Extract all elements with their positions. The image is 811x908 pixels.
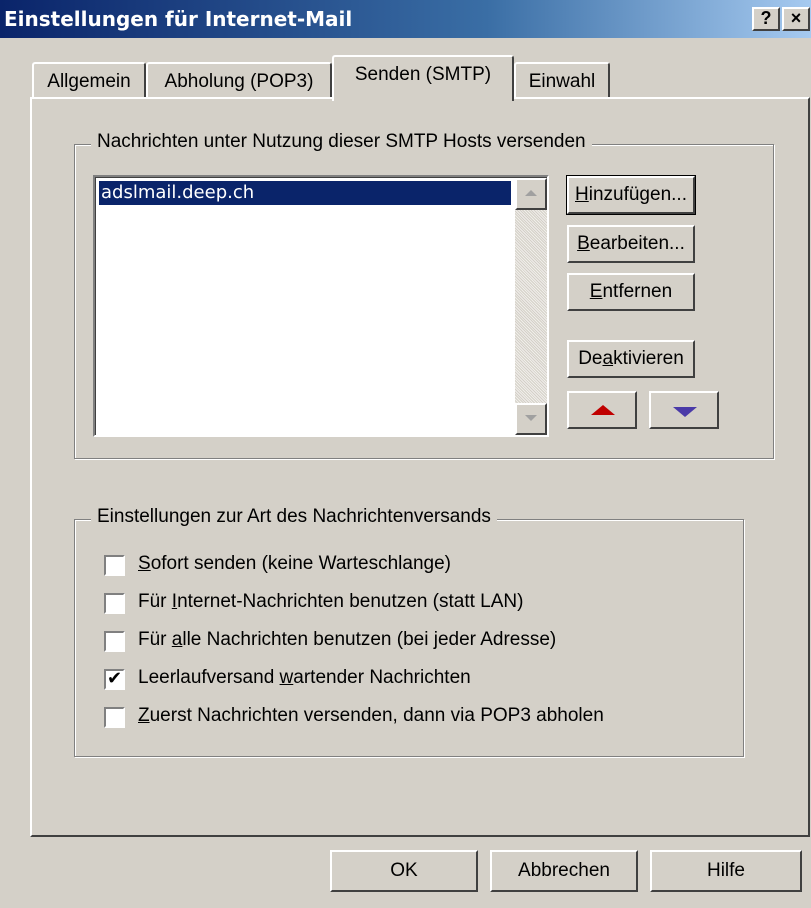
list-item[interactable]: adslmail.deep.ch — [99, 181, 511, 205]
smtp-host-list[interactable]: adslmail.deep.ch — [93, 175, 549, 437]
tab-label: Abholung (POP3) — [164, 71, 314, 92]
smtp-hosts-group: Nachrichten unter Nutzung dieser SMTP Ho… — [74, 131, 774, 459]
help-button[interactable]: Hilfe — [650, 850, 802, 892]
tab-einwahl[interactable]: Einwahl — [514, 62, 610, 102]
move-up-button[interactable] — [567, 391, 637, 429]
checkbox[interactable] — [104, 631, 125, 652]
ok-button[interactable]: OK — [330, 850, 478, 892]
tab-panel: Nachrichten unter Nutzung dieser SMTP Ho… — [30, 97, 810, 837]
move-down-button[interactable] — [649, 391, 719, 429]
add-button[interactable]: Hinzufügen... — [566, 175, 696, 215]
send-options-legend: Einstellungen zur Art des Nachrichtenver… — [91, 506, 497, 528]
down-arrow-icon — [673, 407, 697, 417]
checkbox[interactable] — [104, 707, 125, 728]
scroll-down-icon[interactable] — [515, 403, 547, 435]
checkbox[interactable] — [104, 555, 125, 576]
help-icon[interactable]: ? — [752, 7, 780, 31]
deactivate-button[interactable]: Deaktivieren — [567, 340, 695, 378]
tab-label: Allgemein — [47, 71, 131, 92]
up-arrow-icon — [591, 405, 615, 415]
close-icon[interactable]: × — [782, 7, 810, 31]
edit-button[interactable]: Bearbeiten... — [567, 225, 695, 263]
tab-label: Einwahl — [528, 71, 596, 92]
checkbox[interactable]: ✔ — [104, 669, 125, 690]
smtp-hosts-legend: Nachrichten unter Nutzung dieser SMTP Ho… — [91, 131, 592, 153]
dialog-window: Einstellungen für Internet-Mail ? × Allg… — [0, 0, 811, 908]
remove-button[interactable]: Entfernen — [567, 273, 695, 311]
vertical-scrollbar[interactable] — [515, 178, 547, 435]
scroll-up-icon[interactable] — [515, 178, 547, 210]
tab-abholung-pop3[interactable]: Abholung (POP3) — [146, 62, 332, 102]
tab-label: Senden (SMTP) — [354, 64, 492, 85]
title-bar[interactable]: Einstellungen für Internet-Mail ? × — [0, 0, 811, 38]
tab-senden-smtp[interactable]: Senden (SMTP) — [332, 55, 514, 101]
cancel-button[interactable]: Abbrechen — [490, 850, 638, 892]
tab-allgemein[interactable]: Allgemein — [32, 62, 146, 102]
window-title: Einstellungen für Internet-Mail — [4, 7, 353, 31]
checkbox[interactable] — [104, 593, 125, 614]
